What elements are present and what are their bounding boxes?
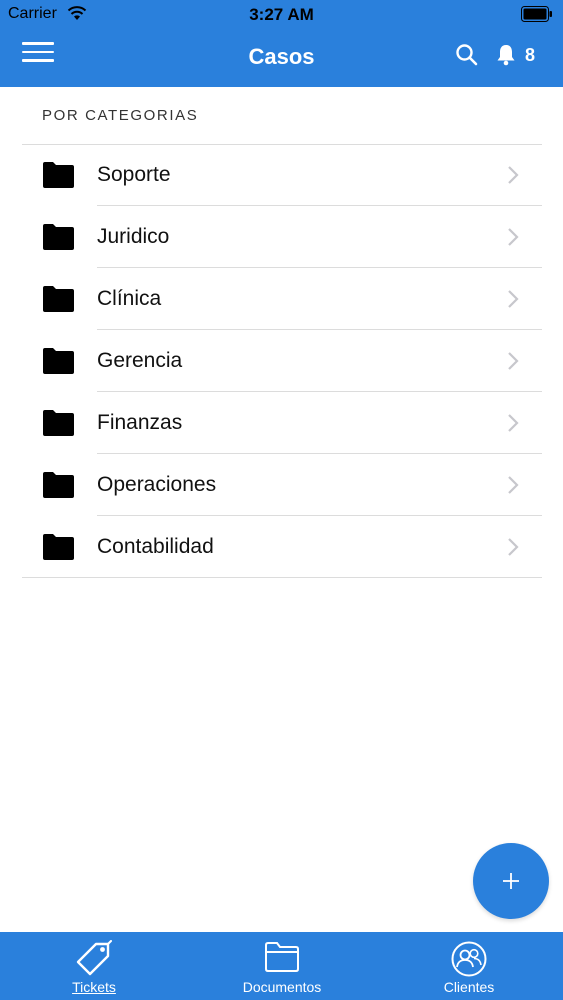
category-label: Operaciones — [97, 473, 217, 496]
folder-icon — [43, 348, 74, 374]
tab-tickets[interactable]: Tickets — [0, 932, 188, 1000]
category-item-soporte[interactable]: Soporte — [0, 144, 563, 206]
bell-icon[interactable] — [493, 42, 519, 68]
category-label: Juridico — [97, 225, 170, 248]
tab-bar: Tickets Documentos Clientes — [0, 932, 563, 1000]
tab-clientes[interactable]: Clientes — [375, 932, 563, 1000]
section-header: POR CATEGORIAS — [42, 107, 199, 124]
category-label: Clínica — [97, 287, 162, 310]
category-label: Finanzas — [97, 411, 183, 434]
category-item-operaciones[interactable]: Operaciones — [0, 454, 563, 516]
folder-outline-icon — [265, 942, 299, 972]
category-label: Contabilidad — [97, 535, 214, 558]
notification-count: 8 — [525, 45, 536, 65]
status-time: 3:27 AM — [249, 5, 314, 24]
chevron-right-icon — [508, 476, 519, 494]
add-case-button[interactable] — [473, 843, 549, 919]
category-item-clinica[interactable]: Clínica — [0, 268, 563, 330]
tag-icon — [76, 940, 112, 976]
tab-documentos[interactable]: Documentos — [188, 932, 376, 1000]
chevron-right-icon — [508, 538, 519, 556]
category-item-finanzas[interactable]: Finanzas — [0, 392, 563, 454]
plus-icon — [503, 873, 519, 889]
chevron-right-icon — [508, 352, 519, 370]
folder-icon — [43, 534, 74, 560]
folder-icon — [43, 162, 74, 188]
category-list: Soporte Juridico Clínica Gerencia Finanz… — [0, 144, 563, 578]
chevron-right-icon — [508, 166, 519, 184]
folder-icon — [43, 472, 74, 498]
chevron-right-icon — [508, 228, 519, 246]
folder-icon — [43, 224, 74, 250]
tab-label: Documentos — [242, 979, 322, 995]
battery-icon — [521, 6, 552, 22]
users-icon — [451, 941, 487, 977]
status-bar: Carrier 3:27 AM — [0, 0, 563, 28]
chevron-right-icon — [508, 414, 519, 432]
category-label: Gerencia — [97, 349, 183, 372]
category-item-contabilidad[interactable]: Contabilidad — [0, 516, 563, 578]
folder-icon — [43, 286, 74, 312]
search-icon[interactable] — [454, 42, 480, 68]
nav-bar: Casos 8 — [0, 28, 563, 87]
chevron-right-icon — [508, 290, 519, 308]
category-label: Soporte — [97, 163, 171, 186]
category-item-juridico[interactable]: Juridico — [0, 206, 563, 268]
divider — [22, 577, 542, 578]
folder-icon — [43, 410, 74, 436]
category-item-gerencia[interactable]: Gerencia — [0, 330, 563, 392]
tab-label: Tickets — [72, 979, 116, 995]
tab-label: Clientes — [443, 979, 495, 995]
